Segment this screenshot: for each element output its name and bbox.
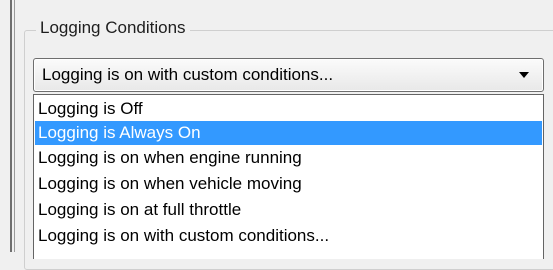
option-logging-vehicle-moving[interactable]: Logging is on when vehicle moving: [35, 172, 542, 196]
chevron-down-icon[interactable]: [519, 72, 529, 78]
option-logging-custom-conditions[interactable]: Logging is on with custom conditions...: [35, 224, 542, 248]
window-edge: [0, 0, 15, 252]
option-logging-always-on[interactable]: Logging is Always On: [35, 121, 542, 145]
option-logging-engine-running[interactable]: Logging is on when engine running: [35, 146, 542, 170]
logging-condition-dropdown-list: Logging is Off Logging is Always On Logg…: [33, 94, 544, 259]
group-title: Logging Conditions: [36, 18, 190, 38]
logging-condition-combobox[interactable]: Logging is on with custom conditions...: [33, 58, 544, 92]
combobox-value: Logging is on with custom conditions...: [42, 65, 334, 84]
window-edge-line: [10, 0, 12, 252]
option-logging-full-throttle[interactable]: Logging is on at full throttle: [35, 198, 542, 222]
option-logging-off[interactable]: Logging is Off: [35, 97, 542, 121]
